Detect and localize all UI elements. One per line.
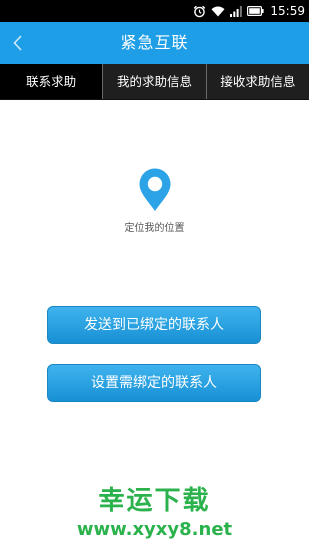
alarm-icon	[193, 5, 206, 18]
send-to-contacts-button[interactable]: 发送到已绑定的联系人	[47, 306, 261, 344]
tab-my-help-info[interactable]: 我的求助信息	[102, 64, 205, 99]
tab-contact-help[interactable]: 联系求助	[0, 64, 103, 99]
battery-icon	[247, 6, 265, 16]
page-title: 紧急互联	[120, 33, 189, 52]
locate-label[interactable]: 定位我的位置	[0, 219, 309, 234]
tab-received-help-info[interactable]: 接收求助信息	[205, 64, 309, 99]
wifi-icon	[211, 6, 225, 17]
watermark-url: www.xyxy8.net	[76, 519, 233, 540]
locate-button[interactable]	[138, 168, 172, 212]
status-time: 15:59	[270, 4, 305, 18]
signal-icon	[230, 5, 243, 17]
tab-bar: 联系求助 我的求助信息 接收求助信息	[0, 64, 309, 100]
status-bar: 15:59	[0, 0, 309, 22]
status-icons: 15:59	[193, 0, 305, 22]
map-pin-icon	[138, 168, 172, 216]
title-bar: 紧急互联	[0, 22, 309, 64]
setup-contacts-button[interactable]: 设置需绑定的联系人	[47, 364, 261, 402]
watermark-title: 幸运下载	[98, 486, 211, 516]
